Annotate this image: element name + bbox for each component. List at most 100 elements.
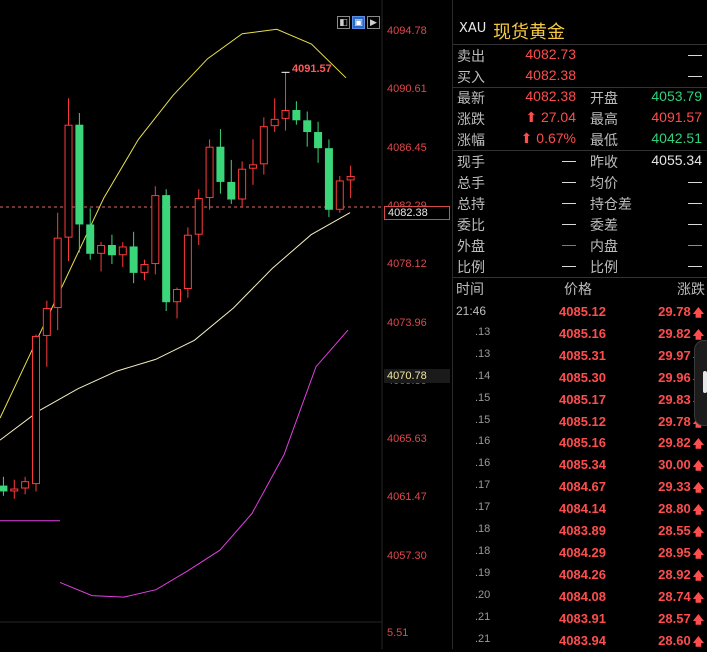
quote-label: 内盘 (590, 239, 618, 255)
side-scroll-handle[interactable] (694, 340, 707, 426)
quote-row: 外盘 — 内盘 — (453, 235, 707, 256)
quote-value: — (562, 215, 576, 231)
chart-layout-icon[interactable]: ▣ (352, 16, 365, 29)
up-arrow-icon: 🡅 (692, 307, 704, 319)
axis-label-price: 4078.12 (387, 258, 427, 270)
quote-value: — (688, 46, 702, 62)
middle-band-tag: 4070.78 (384, 369, 450, 383)
tick-change-value: 28.80 (658, 501, 691, 517)
quote-value: 4042.51 (651, 130, 702, 146)
candle-body-up (173, 288, 182, 303)
tick-price: 4085.16 (559, 325, 606, 341)
tick-row[interactable]: .18 4084.29 28.95 🡅 (453, 542, 707, 564)
quote-value: — (688, 67, 702, 83)
tick-row[interactable]: .20 4084.08 28.74 🡅 (453, 586, 707, 608)
chart-play-icon[interactable]: ▶ (367, 16, 380, 29)
tick-price: 4083.91 (559, 610, 606, 626)
tick-row[interactable]: .13 4085.16 29.82 🡅 (453, 323, 707, 345)
candle-body-up (270, 118, 279, 127)
quote-value: — (688, 236, 702, 252)
tick-price: 4083.94 (559, 632, 606, 648)
quote-value: 4055.34 (651, 152, 702, 168)
quote-value: — (562, 173, 576, 189)
tick-row[interactable]: .17 4084.14 28.80 🡅 (453, 498, 707, 520)
tick-time: .15 (475, 391, 491, 404)
tick-change: 29.82 🡅 (658, 435, 704, 454)
up-arrow-icon: 🡅 (692, 482, 704, 495)
symbol-name: 现货黄金 (493, 22, 565, 43)
candle-body-down (75, 124, 84, 225)
tick-row[interactable]: .16 4085.16 29.82 🡅 (453, 432, 707, 454)
tick-time: .18 (475, 523, 491, 535)
axis-label-price: 4057.30 (387, 550, 427, 562)
up-arrow-icon: 🡅 (692, 547, 704, 560)
candle-body-up (205, 146, 214, 199)
tick-change-value: 29.82 (658, 435, 691, 451)
candle-body-up (42, 308, 51, 336)
quote-value: — (688, 215, 702, 231)
header-change: 涨跌 (677, 282, 705, 298)
tick-row[interactable]: .21 4083.91 28.57 🡅 (453, 608, 707, 630)
quote-value: — (562, 236, 576, 252)
tick-change: 28.92 🡅 (658, 567, 704, 586)
quote-label: 涨幅 (457, 133, 485, 149)
axis-label-price: 4094.78 (387, 25, 427, 37)
header-time: 时间 (456, 282, 484, 298)
quote-label: 最低 (590, 133, 618, 149)
quote-value: 4053.79 (651, 88, 702, 104)
tick-change: 28.95 🡅 (658, 545, 704, 564)
lower-band-line (59, 329, 349, 598)
axis-label-price: 4090.61 (387, 83, 427, 95)
chart-toggle-icon[interactable]: ◧ (337, 16, 350, 29)
tick-row[interactable]: .134085.3129.97🡅 (453, 345, 707, 367)
quote-row: 总持 — 持仓差 — (453, 193, 707, 214)
tick-change-value: 28.57 (658, 610, 691, 626)
tick-change-value: 30.00 (658, 457, 691, 473)
quote-row: 涨跌 ⬆ 27.04 最高 4091.57 (453, 108, 707, 129)
axis-label-price: 4065.63 (387, 433, 427, 445)
candle-body-down (227, 181, 236, 200)
tick-row[interactable]: .144085.3029.96🡅 (453, 367, 707, 389)
kline-chart-canvas[interactable] (0, 0, 452, 649)
tick-row[interactable]: 21:46 4085.12 29.78 🡅 (453, 301, 707, 323)
tick-change: 30.00 🡅 (658, 457, 704, 476)
tick-row[interactable]: .21 4083.94 28.60 🡅 (453, 630, 707, 652)
candle-body-down (162, 195, 171, 303)
tick-change-value: 28.74 (658, 588, 691, 604)
quote-value: — (688, 194, 702, 210)
tick-price: 4083.89 (559, 523, 606, 538)
quote-label: 开盘 (590, 91, 618, 107)
tick-price: 4084.67 (559, 479, 606, 495)
tick-row[interactable]: .19 4084.26 28.92 🡅 (453, 564, 707, 586)
quote-value: — (562, 257, 576, 273)
tick-change: 28.57 🡅 (658, 611, 704, 630)
quote-row: 最新 4082.38 开盘 4053.79 (453, 87, 707, 108)
tick-change: 29.78🡅 (658, 304, 704, 323)
tick-price: 4084.14 (559, 501, 606, 517)
quote-label: 比例 (457, 260, 485, 276)
tick-row[interactable]: .16 4085.34 30.00 🡅 (453, 454, 707, 476)
tick-change-value: 29.97 (658, 347, 691, 363)
tick-row[interactable]: .154085.1229.78🡅 (453, 411, 707, 433)
candle-body-up (194, 198, 203, 235)
tick-change-value: 28.95 (658, 544, 691, 560)
tick-row[interactable]: .154085.1729.83🡅 (453, 389, 707, 411)
tick-row[interactable]: .17 4084.67 29.33 🡅 (453, 476, 707, 498)
candle-body-up (183, 234, 192, 289)
tick-time: .17 (475, 501, 491, 514)
candle-body-up (248, 164, 257, 169)
kline-chart[interactable]: ◧ ▣ ▶ 4094.78 4090.61 4086.45 4082.29 40… (0, 0, 452, 649)
quote-value: ⬆ 27.04 (525, 109, 576, 125)
up-arrow-icon: 🡅 (692, 504, 704, 517)
tick-time: .21 (475, 632, 491, 645)
tick-change-value: 29.82 (658, 325, 691, 341)
tick-row[interactable]: .18 4083.89 28.55 🡅 (453, 520, 707, 542)
tick-time: .19 (475, 566, 491, 579)
quote-value: 4091.57 (651, 109, 702, 125)
up-arrow-icon: 🡅 (692, 613, 704, 626)
candle-body-up (118, 246, 127, 256)
tick-time: .13 (475, 325, 491, 338)
candle-body-up (10, 488, 19, 492)
candle-body-down (314, 132, 323, 149)
quote-row: 买入 4082.38 — (453, 66, 707, 87)
